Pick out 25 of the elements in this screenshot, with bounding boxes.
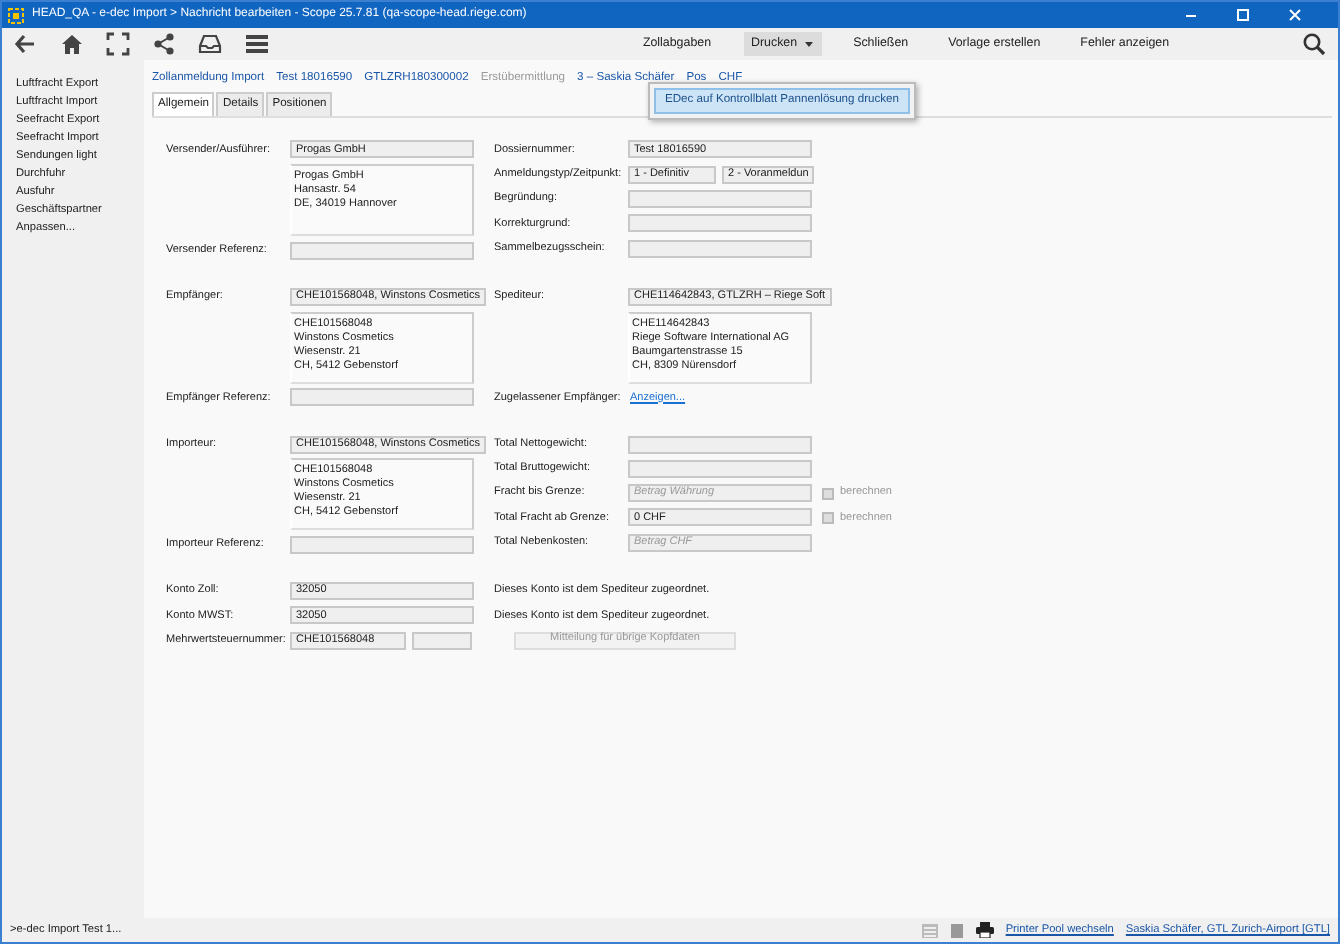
inbox-icon[interactable] xyxy=(198,32,224,56)
input-field[interactable] xyxy=(290,535,474,554)
document-icon[interactable] xyxy=(949,923,964,937)
maximize-icon xyxy=(1236,8,1250,22)
back-arrow-icon[interactable] xyxy=(14,32,40,56)
share-icon[interactable] xyxy=(152,32,178,56)
home-icon[interactable] xyxy=(60,32,86,56)
checkbox[interactable] xyxy=(822,487,834,500)
input-field[interactable] xyxy=(628,239,812,258)
app-logo-icon xyxy=(8,7,24,23)
caret-icon xyxy=(803,39,814,48)
fullscreen-icon[interactable] xyxy=(106,32,132,56)
input-field[interactable] xyxy=(290,388,474,407)
input-field[interactable] xyxy=(628,435,812,454)
input-field[interactable] xyxy=(628,214,812,233)
checkbox[interactable] xyxy=(822,511,834,524)
input-field[interactable] xyxy=(628,459,812,478)
input-field[interactable] xyxy=(628,189,812,208)
input-field[interactable] xyxy=(412,631,472,650)
input-field[interactable] xyxy=(290,241,474,260)
printer-icon[interactable] xyxy=(975,922,994,938)
search-icon[interactable] xyxy=(1302,32,1326,56)
list-icon[interactable] xyxy=(244,32,270,56)
close-icon xyxy=(1288,8,1302,22)
list-view-icon[interactable] xyxy=(921,923,938,937)
